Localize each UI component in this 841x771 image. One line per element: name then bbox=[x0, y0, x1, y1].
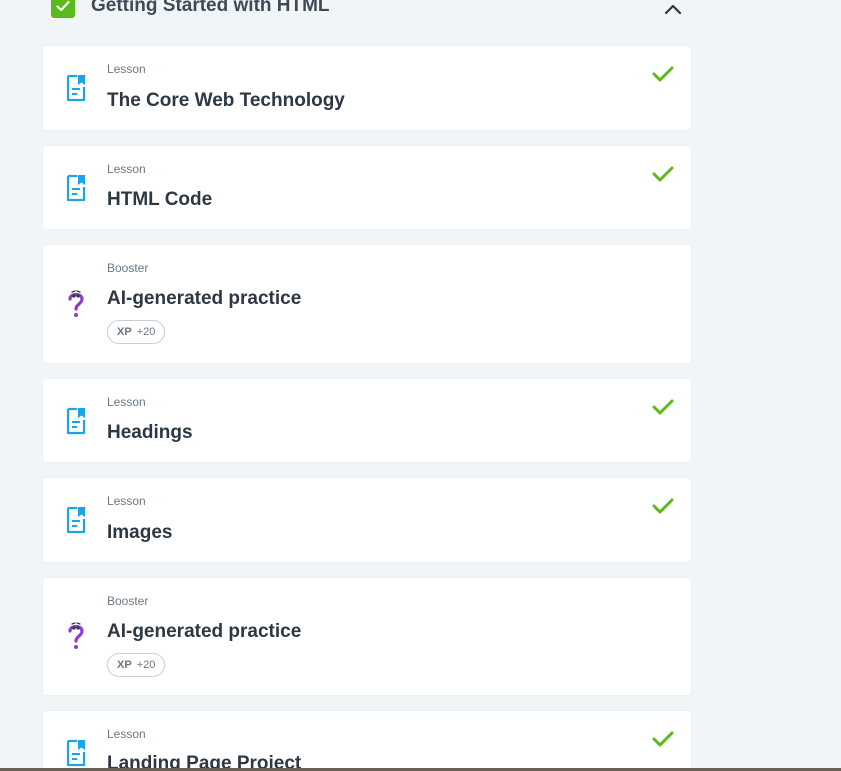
booster-card[interactable]: Booster AI-generated practice XP +20 bbox=[43, 578, 691, 695]
lesson-doc-icon bbox=[65, 174, 87, 202]
item-type-label: Lesson bbox=[107, 494, 146, 508]
item-type-label: Lesson bbox=[107, 62, 146, 76]
section-title: Getting Started with HTML bbox=[91, 0, 330, 16]
item-title[interactable]: Headings bbox=[107, 422, 193, 444]
lesson-card[interactable]: Lesson HTML Code bbox=[43, 146, 691, 229]
item-title[interactable]: AI-generated practice bbox=[107, 288, 301, 310]
xp-label: XP bbox=[117, 326, 132, 338]
xp-value: +20 bbox=[136, 659, 156, 671]
checkmark-icon bbox=[652, 165, 674, 183]
item-type-label: Booster bbox=[107, 594, 149, 608]
checkmark-icon bbox=[652, 497, 674, 515]
section-complete-checkbox-icon bbox=[51, 0, 75, 18]
item-title[interactable]: HTML Code bbox=[107, 189, 212, 211]
lesson-card[interactable]: Lesson Headings bbox=[43, 379, 691, 462]
question-mark-icon bbox=[65, 621, 87, 649]
booster-card[interactable]: Booster AI-generated practice XP +20 bbox=[43, 245, 691, 363]
xp-badge: XP +20 bbox=[107, 653, 166, 677]
lesson-doc-icon bbox=[65, 739, 87, 767]
checkmark-icon bbox=[652, 65, 674, 83]
chevron-up-icon[interactable] bbox=[661, 0, 685, 16]
item-title[interactable]: AI-generated practice bbox=[107, 621, 301, 643]
lesson-card[interactable]: Lesson Landing Page Project bbox=[43, 711, 691, 771]
lesson-card[interactable]: Lesson Images bbox=[43, 478, 691, 562]
lesson-doc-icon bbox=[65, 506, 87, 534]
section-header[interactable]: Getting Started with HTML bbox=[0, 0, 700, 40]
checkmark-icon bbox=[652, 730, 674, 748]
xp-badge: XP +20 bbox=[107, 320, 166, 344]
item-title[interactable]: The Core Web Technology bbox=[107, 90, 345, 112]
item-type-label: Lesson bbox=[107, 162, 146, 176]
item-type-label: Lesson bbox=[107, 395, 146, 409]
lesson-doc-icon bbox=[65, 74, 87, 102]
question-mark-icon bbox=[65, 289, 87, 317]
item-type-label: Lesson bbox=[107, 727, 146, 741]
item-type-label: Booster bbox=[107, 261, 149, 275]
xp-label: XP bbox=[117, 659, 132, 671]
lesson-card[interactable]: Lesson The Core Web Technology bbox=[43, 46, 691, 130]
lesson-doc-icon bbox=[65, 407, 87, 435]
checkmark-icon bbox=[652, 398, 674, 416]
xp-value: +20 bbox=[136, 326, 156, 338]
item-title[interactable]: Images bbox=[107, 522, 172, 544]
